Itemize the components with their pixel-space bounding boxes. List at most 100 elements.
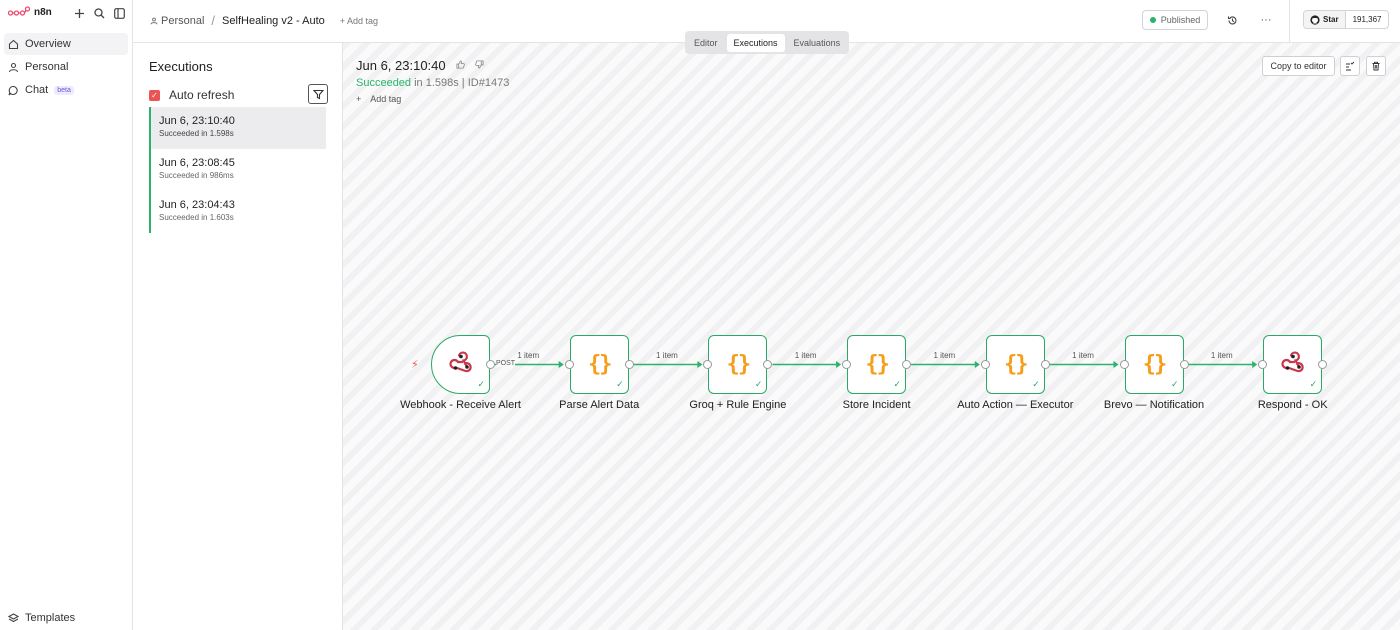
user-icon xyxy=(8,62,19,72)
execution-item[interactable]: Jun 6, 23:04:43 Succeeded in 1.603s xyxy=(151,191,326,233)
connection-item-count: 1 item xyxy=(1072,351,1094,360)
output-port[interactable] xyxy=(624,360,634,369)
sidebar-item-templates[interactable]: Templates xyxy=(4,607,75,629)
workflow-node[interactable]: {} ✓ xyxy=(569,335,629,394)
workflow-node-label: Respond - OK xyxy=(1257,399,1328,411)
success-check-icon: ✓ xyxy=(1032,379,1040,389)
code-icon: {} xyxy=(726,352,751,377)
published-status-button[interactable]: Published xyxy=(1142,10,1208,30)
connection-item-count: 1 item xyxy=(933,351,956,360)
workflow-node-label: Auto Action — Executor xyxy=(957,399,1074,411)
sidebar-actions xyxy=(72,6,126,20)
breadcrumb-project-label: Personal xyxy=(161,14,205,27)
workflow-node-label: Brevo — Notification xyxy=(1103,399,1205,411)
github-star[interactable]: Star xyxy=(1304,11,1346,28)
connection-arrow-icon xyxy=(558,361,564,368)
breadcrumb-project[interactable]: Personal xyxy=(150,15,204,27)
code-icon: {} xyxy=(1142,352,1167,377)
execution-status: Succeeded in 986ms xyxy=(159,171,234,180)
workflow-node[interactable]: {} ✓ xyxy=(985,335,1045,394)
home-icon xyxy=(8,39,19,49)
search-icon[interactable] xyxy=(92,6,106,20)
connection-item-count: 1 item xyxy=(794,351,817,360)
connection-item-count: 1 item xyxy=(656,351,678,360)
sidebar-toggle-icon[interactable] xyxy=(112,6,126,20)
workflow-graph: ⚡ ✓ Webhook - Receive Alert{} ✓ Parse Alert… xyxy=(343,43,1400,630)
sidebar-item-personal[interactable]: Personal xyxy=(4,56,128,78)
sidebar-item-chat[interactable]: Chat beta xyxy=(4,79,128,101)
filter-icon xyxy=(312,89,324,99)
input-port[interactable] xyxy=(564,360,574,369)
user-icon xyxy=(150,17,158,24)
status-dot-icon xyxy=(1149,17,1156,23)
templates-icon xyxy=(8,612,19,622)
sidebar: n8n Overview Personal Chat beta Template… xyxy=(0,0,133,630)
input-port[interactable] xyxy=(1119,360,1129,369)
output-port[interactable] xyxy=(1179,360,1189,369)
input-port[interactable] xyxy=(980,360,990,369)
github-icon xyxy=(1310,14,1320,25)
logo-text: n8n xyxy=(34,6,52,18)
sidebar-nav: Overview Personal Chat beta xyxy=(4,33,128,102)
auto-refresh-checkbox[interactable]: ✓ xyxy=(149,89,160,101)
n8n-logo[interactable]: n8n xyxy=(8,6,52,18)
workflow-node-label: Webhook - Receive Alert xyxy=(400,399,521,411)
code-icon: {} xyxy=(865,352,889,377)
execution-item[interactable]: Jun 6, 23:10:40 Succeeded in 1.598s xyxy=(151,107,326,149)
auto-refresh-toggle[interactable]: ✓ Auto refresh xyxy=(149,88,234,102)
github-star-label: Star xyxy=(1323,15,1339,24)
workflow-node[interactable]: ✓ xyxy=(431,335,490,394)
connection-arrow-icon xyxy=(836,361,842,368)
execution-date: Jun 6, 23:10:40 xyxy=(159,115,235,127)
plus-icon[interactable] xyxy=(72,6,86,20)
success-check-icon: ✓ xyxy=(893,379,902,389)
success-check-icon: ✓ xyxy=(616,379,624,389)
workflow-node-label: Store Incident xyxy=(842,399,911,411)
success-check-icon: ✓ xyxy=(1309,379,1318,389)
execution-status: Succeeded in 1.603s xyxy=(159,213,234,222)
workflow-node[interactable]: {} ✓ xyxy=(847,335,907,394)
breadcrumb-separator: / xyxy=(211,13,216,28)
tab-executions[interactable]: Executions xyxy=(726,33,785,52)
header-divider xyxy=(1289,0,1290,42)
add-tag-link[interactable]: + Add tag xyxy=(340,16,378,26)
success-check-icon: ✓ xyxy=(477,379,485,389)
success-check-icon: ✓ xyxy=(1170,379,1179,389)
execution-date: Jun 6, 23:08:45 xyxy=(159,157,235,169)
workflow-node-label: Parse Alert Data xyxy=(559,399,640,411)
history-icon[interactable] xyxy=(1225,13,1239,27)
tab-editor[interactable]: Editor xyxy=(687,34,725,52)
code-icon: {} xyxy=(587,352,612,377)
tab-evaluations[interactable]: Evaluations xyxy=(787,34,848,52)
execution-date: Jun 6, 23:04:43 xyxy=(159,199,235,211)
output-port[interactable] xyxy=(486,360,495,369)
connection-arrow-icon xyxy=(1113,361,1119,368)
breadcrumb: Personal / SelfHealing v2 - Auto + Add t… xyxy=(150,13,378,28)
sidebar-item-overview[interactable]: Overview xyxy=(4,33,128,55)
executions-title: Executions xyxy=(149,59,213,74)
connection-item-count: 1 item xyxy=(1210,351,1233,360)
connection-method-label: POST xyxy=(496,360,516,367)
connection-arrow-icon xyxy=(697,361,703,368)
connection-arrow-icon xyxy=(974,361,980,368)
workflow-node[interactable]: {} ✓ xyxy=(1124,335,1184,394)
workflow-node[interactable]: {} ✓ xyxy=(708,335,768,394)
workflow-node[interactable]: ✓ xyxy=(1263,335,1323,394)
workflow-node-label: Groq + Rule Engine xyxy=(689,399,787,411)
code-icon: {} xyxy=(1004,352,1028,377)
beta-badge: beta xyxy=(54,85,74,95)
filter-button[interactable] xyxy=(308,84,328,104)
github-star-button[interactable]: Star 191,367 xyxy=(1303,10,1390,29)
chat-icon xyxy=(8,85,18,95)
success-check-icon: ✓ xyxy=(754,379,763,389)
trigger-bolt-icon: ⚡ xyxy=(411,359,419,371)
workflow-name[interactable]: SelfHealing v2 - Auto xyxy=(222,15,325,27)
auto-refresh-label: Auto refresh xyxy=(169,88,235,102)
webhook-icon xyxy=(448,350,473,379)
workflow-canvas[interactable]: Jun 6, 23:10:40 Succeeded in 1.598s | ID… xyxy=(343,43,1400,630)
sidebar-item-label: Personal xyxy=(25,61,69,73)
execution-status: Succeeded in 1.598s xyxy=(159,129,234,138)
output-port[interactable] xyxy=(1040,360,1050,369)
more-options-icon[interactable]: ··· xyxy=(1259,13,1273,27)
execution-item[interactable]: Jun 6, 23:08:45 Succeeded in 986ms xyxy=(151,149,326,191)
